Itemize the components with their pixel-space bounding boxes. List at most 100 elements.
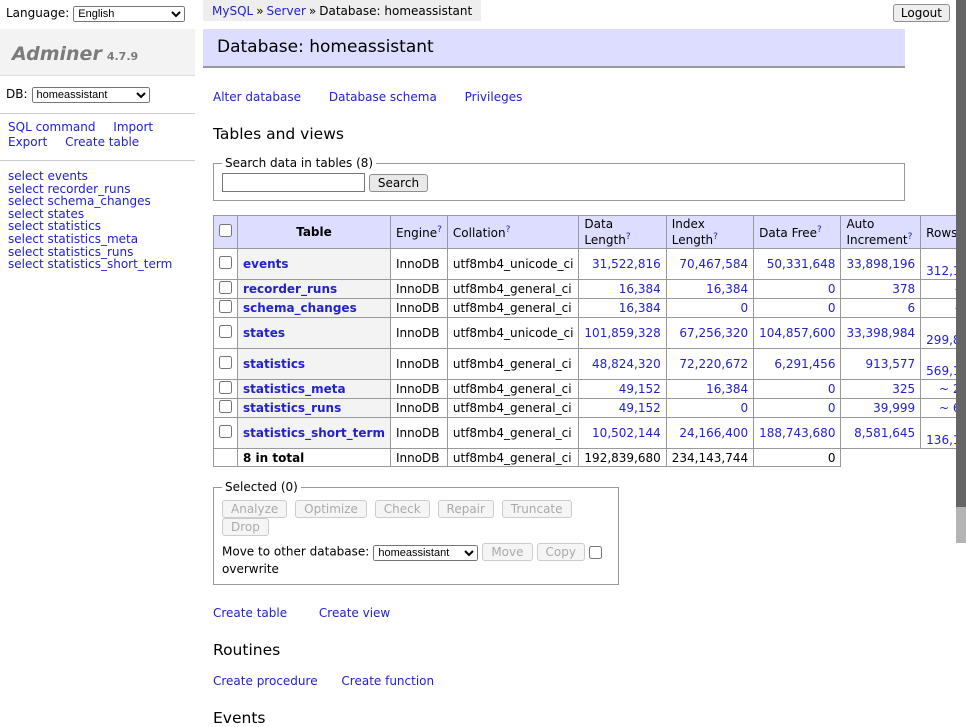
create-view-link[interactable]: Create view xyxy=(319,606,390,620)
overwrite-checkbox[interactable] xyxy=(589,546,602,559)
data-length-cell: 16,384 xyxy=(579,299,666,318)
alter-database-link[interactable]: Alter database xyxy=(213,90,301,104)
privileges-link[interactable]: Privileges xyxy=(465,90,523,104)
move-button[interactable]: Move xyxy=(482,543,532,561)
breadcrumb-server-link[interactable]: Server xyxy=(267,4,306,18)
data-length-cell: 49,152 xyxy=(579,399,666,418)
table-name-link[interactable]: statistics_short_term xyxy=(243,426,385,440)
check-button[interactable]: Check xyxy=(375,500,430,518)
sidebar-select-events[interactable]: select events xyxy=(8,170,195,183)
collation-cell: utf8mb4_general_ci xyxy=(447,380,579,399)
row-checkbox[interactable] xyxy=(219,425,232,438)
row-checkbox[interactable] xyxy=(219,300,232,313)
help-link[interactable]: ? xyxy=(817,225,822,235)
events-heading: Events xyxy=(213,709,905,727)
data-free-cell: 0 xyxy=(754,399,841,418)
auto-increment-cell: 378 xyxy=(841,280,921,299)
scrollbar-thumb[interactable] xyxy=(956,0,966,507)
auto-increment-cell: 325 xyxy=(841,380,921,399)
help-link[interactable]: ? xyxy=(506,225,511,235)
help-link[interactable]: ? xyxy=(626,232,631,242)
app-name: Adminer xyxy=(12,43,102,65)
table-row: statistics_meta InnoDB utf8mb4_general_c… xyxy=(214,380,966,399)
sidebar-link-export[interactable]: Export xyxy=(8,135,47,149)
create-procedure-link[interactable]: Create procedure xyxy=(213,674,318,688)
index-length-cell: 16,384 xyxy=(666,380,753,399)
search-button[interactable]: Search xyxy=(369,174,428,192)
app-version: 4.7.9 xyxy=(107,50,138,63)
data-free-cell: 0 xyxy=(754,280,841,299)
breadcrumb-mysql-link[interactable]: MySQL xyxy=(212,4,253,18)
move-label: Move to other database: xyxy=(222,545,369,559)
engine-cell: InnoDB xyxy=(390,380,447,399)
search-input[interactable] xyxy=(222,173,365,192)
db-select[interactable]: homeassistant xyxy=(32,87,150,103)
row-checkbox[interactable] xyxy=(219,281,232,294)
drop-button[interactable]: Drop xyxy=(222,518,269,536)
sidebar-select-statistics-short-term[interactable]: select statistics_short_term xyxy=(8,258,195,271)
scrollbar-track[interactable] xyxy=(956,0,966,543)
data-length-cell: 10,502,144 xyxy=(579,418,666,449)
select-all-checkbox[interactable] xyxy=(219,224,232,237)
analyze-button[interactable]: Analyze xyxy=(222,500,287,518)
table-name-link[interactable]: statistics_meta xyxy=(243,382,346,396)
create-table-link[interactable]: Create table xyxy=(213,606,287,620)
collation-cell: utf8mb4_general_ci xyxy=(447,299,579,318)
optimize-button[interactable]: Optimize xyxy=(295,500,367,518)
engine-cell: InnoDB xyxy=(390,349,447,380)
row-checkbox[interactable] xyxy=(219,356,232,369)
column-header-data-free: Data Free? xyxy=(754,216,841,249)
table-name-link[interactable]: recorder_runs xyxy=(243,282,337,296)
table-name-cell: statistics_short_term xyxy=(238,418,391,449)
table-name-cell: statistics_meta xyxy=(238,380,391,399)
sidebar-select-statistics-meta[interactable]: select statistics_meta xyxy=(8,233,195,246)
engine-cell: InnoDB xyxy=(390,299,447,318)
table-name-link[interactable]: statistics xyxy=(243,357,305,371)
language-label: Language: xyxy=(6,6,69,20)
data-free-cell: 0 xyxy=(754,380,841,399)
breadcrumb-separator: » xyxy=(256,4,263,18)
sidebar-command-links: SQL command Import Export Create table xyxy=(0,114,195,150)
row-checkbox[interactable] xyxy=(219,256,232,269)
sidebar-link-create-table[interactable]: Create table xyxy=(65,135,139,149)
db-row: DB:homeassistant xyxy=(0,76,195,103)
table-name-link[interactable]: schema_changes xyxy=(243,301,357,315)
breadcrumb-separator: » xyxy=(309,4,316,18)
selected-legend: Selected (0) xyxy=(222,480,301,494)
row-checkbox[interactable] xyxy=(219,381,232,394)
move-db-select[interactable]: homeassistant xyxy=(373,545,478,561)
row-checkbox[interactable] xyxy=(219,325,232,338)
copy-button[interactable]: Copy xyxy=(537,543,585,561)
row-checkbox[interactable] xyxy=(219,400,232,413)
data-length-cell: 31,522,816 xyxy=(579,249,666,280)
truncate-button[interactable]: Truncate xyxy=(502,500,572,518)
index-length-cell: 67,256,320 xyxy=(666,318,753,349)
database-schema-link[interactable]: Database schema xyxy=(329,90,437,104)
tables-and-views-heading: Tables and views xyxy=(213,125,905,143)
sidebar-link-import[interactable]: Import xyxy=(113,120,153,134)
help-link[interactable]: ? xyxy=(437,225,442,235)
table-row: schema_changes InnoDB utf8mb4_general_ci… xyxy=(214,299,966,318)
data-free-cell: 6,291,456 xyxy=(754,349,841,380)
help-link[interactable]: ? xyxy=(908,232,913,242)
table-row: statistics_runs InnoDB utf8mb4_general_c… xyxy=(214,399,966,418)
table-name-link[interactable]: events xyxy=(243,257,289,271)
auto-increment-cell: 33,898,196 xyxy=(841,249,921,280)
repair-button[interactable]: Repair xyxy=(438,500,494,518)
routines-heading: Routines xyxy=(213,641,905,659)
search-legend: Search data in tables (8) xyxy=(222,156,376,170)
table-name-link[interactable]: statistics_runs xyxy=(243,401,341,415)
table-name-link[interactable]: states xyxy=(243,326,285,340)
table-row: events InnoDB utf8mb4_unicode_ci 31,522,… xyxy=(214,249,966,280)
total-engine: InnoDB xyxy=(390,449,447,467)
logout-button[interactable]: Logout xyxy=(893,4,950,22)
sidebar-link-sql-command[interactable]: SQL command xyxy=(8,120,95,134)
total-index-length: 234,143,744 xyxy=(666,449,753,467)
language-select[interactable]: English xyxy=(73,6,185,22)
help-link[interactable]: ? xyxy=(713,232,718,242)
sidebar-select-schema-changes[interactable]: select schema_changes xyxy=(8,195,195,208)
total-row: 8 in total InnoDB utf8mb4_general_ci 192… xyxy=(214,449,966,467)
create-function-link[interactable]: Create function xyxy=(341,674,434,688)
table-row: statistics_short_term InnoDB utf8mb4_gen… xyxy=(214,418,966,449)
data-length-cell: 48,824,320 xyxy=(579,349,666,380)
